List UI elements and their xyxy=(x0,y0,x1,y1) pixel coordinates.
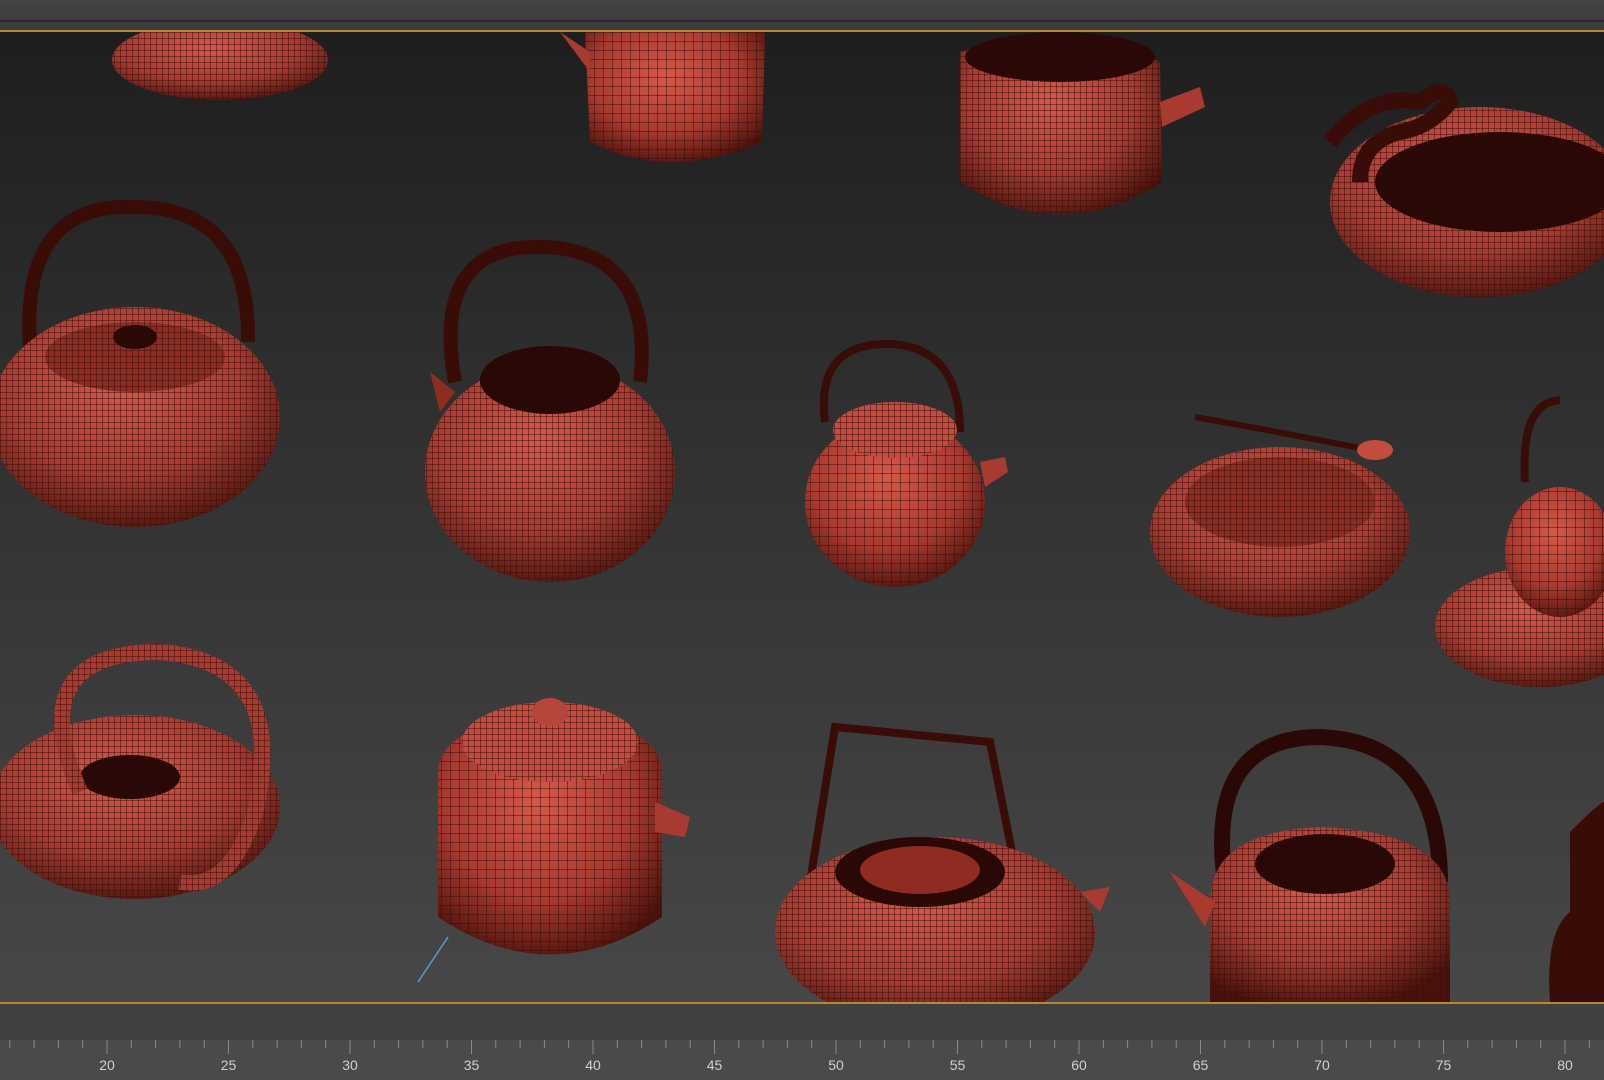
teapot-loop-handle-bottom-left[interactable] xyxy=(0,643,280,899)
ruler-label: 25 xyxy=(220,1057,237,1073)
ruler-label: 30 xyxy=(342,1057,358,1073)
teapot-cylinder-top[interactable] xyxy=(560,32,765,162)
perspective-viewport[interactable] xyxy=(0,32,1604,1002)
ruler-label: 75 xyxy=(1435,1057,1452,1073)
teapot-partial-top-left[interactable] xyxy=(112,32,328,100)
viewport-scene[interactable] xyxy=(0,32,1604,1002)
ruler-label: 80 xyxy=(1557,1057,1573,1073)
ruler-label: 35 xyxy=(463,1057,480,1073)
viewport-top-bar xyxy=(0,0,1604,32)
teapot-gourd-right[interactable] xyxy=(1323,84,1604,297)
ruler-label: 60 xyxy=(1071,1057,1087,1073)
kettle-partial-bottom-edge[interactable] xyxy=(1549,802,1604,1002)
ruler-label: 55 xyxy=(949,1057,966,1073)
ruler-label: 20 xyxy=(99,1057,115,1073)
ruler-label: 70 xyxy=(1314,1057,1330,1073)
timeline-track[interactable] xyxy=(0,1004,1604,1040)
kettle-octagonal[interactable] xyxy=(425,239,675,582)
ruler-label: 45 xyxy=(706,1057,723,1073)
teapot-cylinder-bottom[interactable] xyxy=(417,698,690,983)
kettle-small-round[interactable] xyxy=(805,339,1008,587)
teapot-lantern-top[interactable] xyxy=(960,32,1205,215)
kettle-bail-handle-bottom[interactable] xyxy=(775,722,1110,1002)
teapot-disc-spoon[interactable] xyxy=(1150,414,1410,617)
timeline-ruler[interactable]: 20 25 30 35 40 45 50 55 60 65 70 75 80 xyxy=(0,1040,1604,1080)
kettle-arched-bottom-right[interactable] xyxy=(1170,728,1450,1002)
ruler-label: 40 xyxy=(585,1057,601,1073)
ruler-ticks xyxy=(9,1040,1590,1054)
ruler-label: 50 xyxy=(828,1057,844,1073)
ruler-label: 65 xyxy=(1192,1057,1209,1073)
kettle-on-tray-right[interactable] xyxy=(1435,396,1604,687)
kettle-flat-handle-left[interactable] xyxy=(0,199,280,527)
